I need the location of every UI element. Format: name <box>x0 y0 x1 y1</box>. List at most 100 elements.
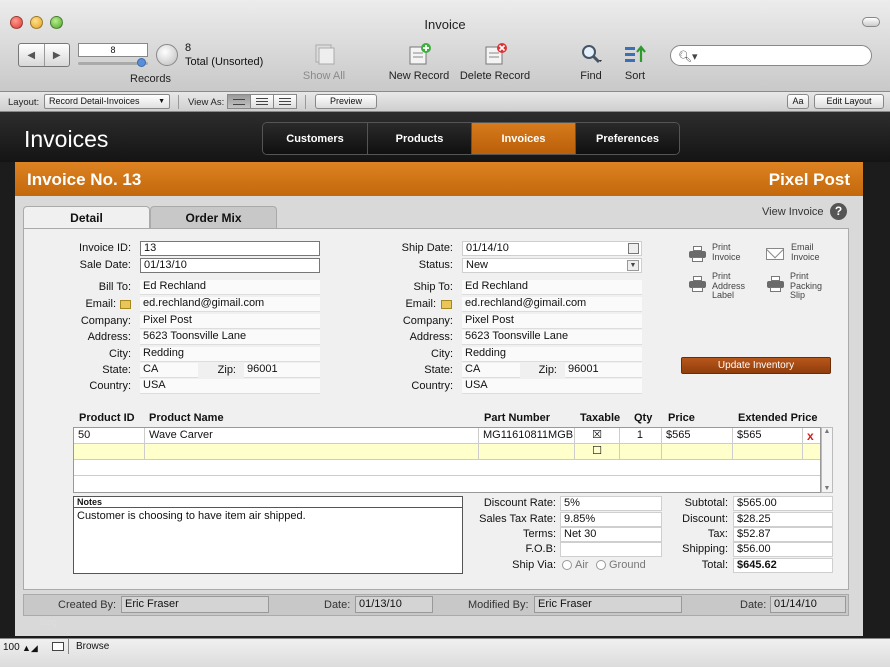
tab-detail[interactable]: Detail <box>23 206 150 228</box>
print-invoice-button[interactable]: Print Invoice <box>712 242 741 262</box>
print-address-label-button[interactable]: Print Address Label <box>712 271 745 301</box>
ship-country-field[interactable]: USA <box>462 379 642 394</box>
send-email-icon[interactable] <box>441 300 452 309</box>
find-button[interactable]: Find <box>574 42 608 82</box>
record-navigator[interactable]: ◀ ▶ <box>18 43 70 67</box>
sales-tax-rate-field[interactable]: 9.85% <box>560 512 662 527</box>
preview-button[interactable]: Preview <box>315 94 377 109</box>
table-row[interactable]: 50 Wave Carver MG11610811MGB ☒ 1 $565 $5… <box>74 428 820 444</box>
qty-cell[interactable]: 1 <box>620 428 662 444</box>
modified-date-label: Date: <box>740 599 767 611</box>
send-email-icon[interactable] <box>120 300 131 309</box>
new-table-row[interactable]: ☐ <box>74 444 820 460</box>
record-slider-knob[interactable] <box>137 58 146 67</box>
product-id-cell[interactable] <box>74 444 145 460</box>
envelope-icon[interactable] <box>766 248 784 260</box>
bill-email-field[interactable]: ed.rechland@gimail.com <box>140 297 320 312</box>
calendar-icon[interactable] <box>628 243 639 254</box>
notes-field[interactable]: Notes Customer is choosing to have item … <box>73 496 463 574</box>
ship-via-air-label[interactable]: Air <box>575 559 588 571</box>
delete-record-button[interactable]: Delete Record <box>457 42 533 82</box>
taxable-checkbox[interactable]: ☒ <box>575 428 620 444</box>
printer-icon[interactable] <box>689 246 706 262</box>
qty-cell[interactable] <box>620 444 662 460</box>
tab-order-mix[interactable]: Order Mix <box>150 206 277 228</box>
bill-to-name-field[interactable]: Ed Rechland <box>140 280 320 295</box>
text-size-button[interactable]: Aa <box>787 94 809 109</box>
invoice-id-field[interactable]: 13 <box>140 241 320 256</box>
fob-field[interactable] <box>560 542 662 557</box>
printer-icon[interactable] <box>767 276 784 292</box>
mode-label[interactable]: Browse <box>76 641 109 652</box>
zoom-icon[interactable]: ▲◢ <box>22 643 38 654</box>
zoom-level[interactable]: 100 <box>3 642 20 653</box>
edit-layout-button[interactable]: Edit Layout <box>814 94 884 109</box>
ship-via-air-radio[interactable] <box>562 560 572 570</box>
toggle-toolbar-icon[interactable] <box>52 642 64 651</box>
scroll-down-icon[interactable]: ▼ <box>822 485 832 492</box>
taxable-checkbox[interactable]: ☐ <box>575 444 620 460</box>
ship-email-field[interactable]: ed.rechland@gimail.com <box>462 297 642 312</box>
ship-via-ground-radio[interactable] <box>596 560 606 570</box>
column-header-price: Price <box>668 412 695 424</box>
view-as-table-button[interactable] <box>273 94 297 109</box>
ship-company-field[interactable]: Pixel Post <box>462 314 642 329</box>
ship-state-field[interactable]: CA <box>462 363 520 378</box>
product-id-cell[interactable]: 50 <box>74 428 145 444</box>
toolbar-toggle-button[interactable] <box>862 17 880 27</box>
sale-date-field[interactable]: 01/13/10 <box>140 258 320 273</box>
part-number-cell[interactable]: MG11610811MGB <box>479 428 575 444</box>
show-all-button[interactable]: Show All <box>300 42 348 82</box>
ship-state-label: State: <box>424 364 453 376</box>
bill-company-field[interactable]: Pixel Post <box>140 314 320 329</box>
notes-text[interactable]: Customer is choosing to have item air sh… <box>74 508 462 524</box>
price-cell[interactable] <box>662 444 733 460</box>
previous-record-icon[interactable]: ◀ <box>19 44 44 66</box>
delete-row-icon[interactable]: x <box>807 429 814 443</box>
bill-state-field[interactable]: CA <box>140 363 198 378</box>
terms-field[interactable]: Net 30 <box>560 527 662 542</box>
tab-preferences[interactable]: Preferences <box>575 123 679 154</box>
bill-city-field[interactable]: Redding <box>140 347 320 362</box>
modified-by-label: Modified By: <box>468 599 529 611</box>
portal-scrollbar[interactable]: ▲ ▼ <box>821 427 833 493</box>
tab-customers[interactable]: Customers <box>263 123 367 154</box>
update-inventory-button[interactable]: Update Inventory <box>681 357 831 374</box>
sort-button[interactable]: Sort <box>620 42 650 82</box>
price-cell[interactable]: $565 <box>662 428 733 444</box>
discount-rate-field[interactable]: 5% <box>560 496 662 511</box>
view-as-list-button[interactable] <box>250 94 274 109</box>
ship-via-ground-label[interactable]: Ground <box>609 559 646 571</box>
next-record-icon[interactable]: ▶ <box>43 44 70 66</box>
ship-date-field[interactable]: 01/14/10 <box>462 241 642 256</box>
current-record-input[interactable]: 8 <box>78 43 148 57</box>
chevron-down-icon[interactable]: ▼ <box>627 260 639 271</box>
divider <box>305 95 306 109</box>
bill-country-field[interactable]: USA <box>140 379 320 394</box>
magnifier-icon <box>578 42 604 66</box>
quick-find-input[interactable]: 🔍︎▾ <box>670 45 872 66</box>
new-record-button[interactable]: New Record <box>386 42 452 82</box>
product-name-cell[interactable] <box>145 444 479 460</box>
help-icon[interactable]: ? <box>830 203 847 220</box>
shipping-field[interactable]: $56.00 <box>733 542 833 557</box>
status-select[interactable]: New ▼ <box>462 258 642 273</box>
view-as-form-button[interactable] <box>227 94 251 109</box>
tab-products[interactable]: Products <box>367 123 471 154</box>
product-name-cell[interactable]: Wave Carver <box>145 428 479 444</box>
bill-zip-field[interactable]: 96001 <box>244 363 320 378</box>
view-invoice-link[interactable]: View Invoice <box>762 206 824 218</box>
table-row-empty <box>74 460 820 476</box>
printer-icon[interactable] <box>689 276 706 292</box>
email-invoice-button[interactable]: Email Invoice <box>791 242 820 262</box>
scroll-up-icon[interactable]: ▲ <box>822 428 832 435</box>
ship-zip-field[interactable]: 96001 <box>565 363 642 378</box>
bill-address-field[interactable]: 5623 Toonsville Lane <box>140 330 320 345</box>
ship-address-field[interactable]: 5623 Toonsville Lane <box>462 330 642 345</box>
layout-select[interactable]: Record Detail-Invoices ▼ <box>44 94 170 109</box>
ship-to-name-field[interactable]: Ed Rechland <box>462 280 642 295</box>
print-packing-slip-button[interactable]: Print Packing Slip <box>790 271 822 301</box>
tab-invoices[interactable]: Invoices <box>471 123 575 154</box>
ship-city-field[interactable]: Redding <box>462 347 642 362</box>
part-number-cell[interactable] <box>479 444 575 460</box>
